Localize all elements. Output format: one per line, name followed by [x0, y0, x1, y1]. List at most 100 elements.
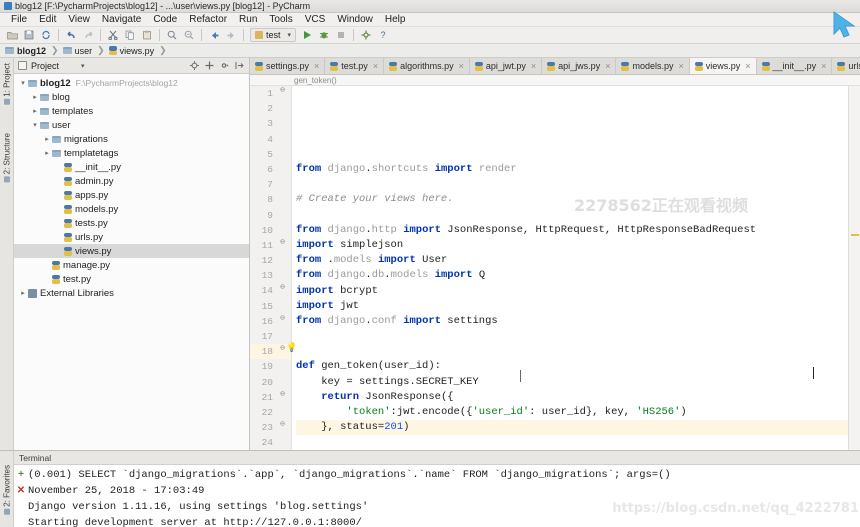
menu-item-code[interactable]: Code — [147, 13, 183, 26]
code-line[interactable]: import simplejson — [296, 238, 848, 253]
gutter-line-number[interactable]: 21 ⊖ — [250, 390, 291, 405]
code-line[interactable] — [296, 344, 848, 359]
back-icon[interactable] — [206, 28, 222, 43]
gutter-line-number[interactable]: 11 ⊖ — [250, 238, 291, 253]
tree-node-templates[interactable]: ▸ templates — [14, 104, 249, 118]
gutter-line-number[interactable]: 6 — [250, 162, 291, 177]
tree-node-__init__-py[interactable]: __init__.py — [14, 160, 249, 174]
gutter-line-number[interactable]: 20 — [250, 375, 291, 390]
editor-tab-views-py[interactable]: views.py × — [689, 58, 757, 74]
code-line[interactable]: import jwt — [296, 299, 848, 314]
code-line[interactable] — [296, 329, 848, 344]
editor-tab-models-py[interactable]: models.py × — [616, 58, 690, 74]
code-line[interactable]: 'token':jwt.encode({'user_id': user_id},… — [296, 405, 848, 420]
tree-node-external-libraries[interactable]: ▸ External Libraries — [14, 286, 249, 300]
code-line[interactable]: def gen_token(user_id): — [296, 359, 848, 374]
editor-tab-test-py[interactable]: test.py × — [325, 58, 385, 74]
menu-item-run[interactable]: Run — [233, 13, 263, 26]
undo-icon[interactable] — [63, 28, 79, 43]
tree-node-tests-py[interactable]: tests.py — [14, 216, 249, 230]
close-icon[interactable]: × — [373, 61, 378, 71]
terminal-close-icon[interactable]: ✕ — [14, 483, 28, 499]
menu-item-vcs[interactable]: VCS — [299, 13, 332, 26]
editor-tab-settings-py[interactable]: settings.py × — [250, 58, 326, 74]
tree-node-user[interactable]: ▾ user — [14, 118, 249, 132]
stop-icon[interactable] — [333, 28, 349, 43]
gutter-line-number[interactable]: 24 — [250, 435, 291, 450]
tree-twisty-icon[interactable]: ▸ — [42, 149, 52, 157]
tree-node-migrations[interactable]: ▸ migrations — [14, 132, 249, 146]
editor-tab---init---py[interactable]: __init__.py × — [756, 58, 833, 74]
tree-twisty-icon[interactable]: ▾ — [30, 121, 40, 129]
sidebar-item-structure[interactable]: 2: Structure — [0, 131, 14, 184]
code-line[interactable]: }, status=201) — [296, 420, 848, 436]
tree-node-models-py[interactable]: models.py — [14, 202, 249, 216]
code-line[interactable] — [296, 208, 848, 223]
tree-node-manage-py[interactable]: manage.py — [14, 258, 249, 272]
menu-item-help[interactable]: Help — [379, 13, 412, 26]
code-line[interactable]: from django.db.models import Q — [296, 268, 848, 283]
gutter-line-number[interactable]: 2 — [250, 101, 291, 116]
gutter-line-number[interactable]: 4 — [250, 132, 291, 147]
tree-node-blog[interactable]: ▸ blog — [14, 90, 249, 104]
gutter-line-number[interactable]: 17 — [250, 329, 291, 344]
gutter-line-number[interactable]: 12 — [250, 253, 291, 268]
tree-twisty-icon[interactable]: ▸ — [42, 135, 52, 143]
gutter-line-number[interactable]: 23 ⊖ — [250, 420, 291, 435]
code-fold-icon[interactable]: ⊖ — [278, 314, 287, 323]
editor-tab-algorithms-py[interactable]: algorithms.py × — [384, 58, 470, 74]
run-configuration-selector[interactable]: test ▾ — [250, 28, 297, 42]
locate-icon[interactable] — [189, 60, 200, 71]
code-lines[interactable]: from django.shortcuts import render # Cr… — [292, 86, 848, 450]
gutter-line-number[interactable]: 5 — [250, 147, 291, 162]
copy-icon[interactable] — [122, 28, 138, 43]
gutter-line-number[interactable]: 1 ⊖ — [250, 86, 291, 101]
tree-node-test-py[interactable]: test.py — [14, 272, 249, 286]
code-fold-icon[interactable]: ⊖ — [278, 86, 287, 95]
code-line[interactable]: from django.http import JsonResponse, Ht… — [296, 223, 848, 238]
save-all-icon[interactable] — [21, 28, 37, 43]
collapse-icon[interactable] — [234, 60, 245, 71]
redo-icon[interactable] — [80, 28, 96, 43]
sidebar-item-project[interactable]: 1: Project — [0, 61, 14, 107]
tree-node-apps-py[interactable]: apps.py — [14, 188, 249, 202]
code-fold-icon[interactable]: ⊖ — [278, 283, 287, 292]
code-line[interactable]: return JsonResponse({ — [296, 390, 848, 405]
editor-marker-strip[interactable] — [848, 86, 860, 450]
editor-tab-urls-py[interactable]: urls.py× — [832, 58, 860, 74]
gutter-line-number[interactable]: 10 — [250, 223, 291, 238]
warning-marker[interactable] — [851, 234, 859, 236]
editor-tab-api-jwt-py[interactable]: api_jwt.py × — [469, 58, 543, 74]
sync-icon[interactable] — [38, 28, 54, 43]
breadcrumb-item-blog12[interactable]: blog12 ❯ — [5, 45, 63, 56]
close-icon[interactable]: × — [679, 61, 684, 71]
expand-all-icon[interactable] — [204, 60, 215, 71]
tree-twisty-icon[interactable]: ▸ — [30, 93, 40, 101]
find-icon[interactable] — [164, 28, 180, 43]
gutter-line-number[interactable]: 14 ⊖ — [250, 283, 291, 298]
tree-node-templatetags[interactable]: ▸ templatetags — [14, 146, 249, 160]
gutter-line-number[interactable]: 13 — [250, 268, 291, 283]
project-tree[interactable]: ▾ blog12 F:\PycharmProjects\blog12 ▸ blog ▸ te… — [14, 74, 249, 450]
code-fold-icon[interactable]: ⊖ — [278, 390, 287, 399]
gutter-line-number[interactable]: 9 — [250, 208, 291, 223]
code-line[interactable]: # Create your views here. — [296, 192, 848, 207]
gutter-line-number[interactable]: 19 — [250, 359, 291, 374]
code-line[interactable]: key = settings.SECRET_KEY — [296, 375, 848, 390]
close-icon[interactable]: × — [459, 61, 464, 71]
forward-icon[interactable] — [223, 28, 239, 43]
gear-icon[interactable] — [219, 60, 230, 71]
code-area[interactable]: 1 ⊖ 2 3 4 5 6 7 8 9 10 11 ⊖ 12 13 14 ⊖ 15 16 ⊖ 17 18 ⊖ 💡 19 20 21 ⊖… — [250, 86, 860, 450]
gutter-line-number[interactable]: 22 — [250, 405, 291, 420]
help-icon[interactable]: ? — [375, 28, 391, 43]
replace-icon[interactable] — [181, 28, 197, 43]
breadcrumb-item-user[interactable]: user ❯ — [62, 45, 109, 56]
open-icon[interactable] — [4, 28, 20, 43]
tree-node-views-py[interactable]: views.py — [14, 244, 249, 258]
paste-icon[interactable] — [139, 28, 155, 43]
menu-item-view[interactable]: View — [62, 13, 96, 26]
code-fold-icon[interactable]: ⊖ — [278, 238, 287, 247]
tree-twisty-icon[interactable]: ▸ — [30, 107, 40, 115]
close-icon[interactable]: × — [531, 61, 536, 71]
gutter-line-number[interactable]: 16 ⊖ — [250, 314, 291, 329]
